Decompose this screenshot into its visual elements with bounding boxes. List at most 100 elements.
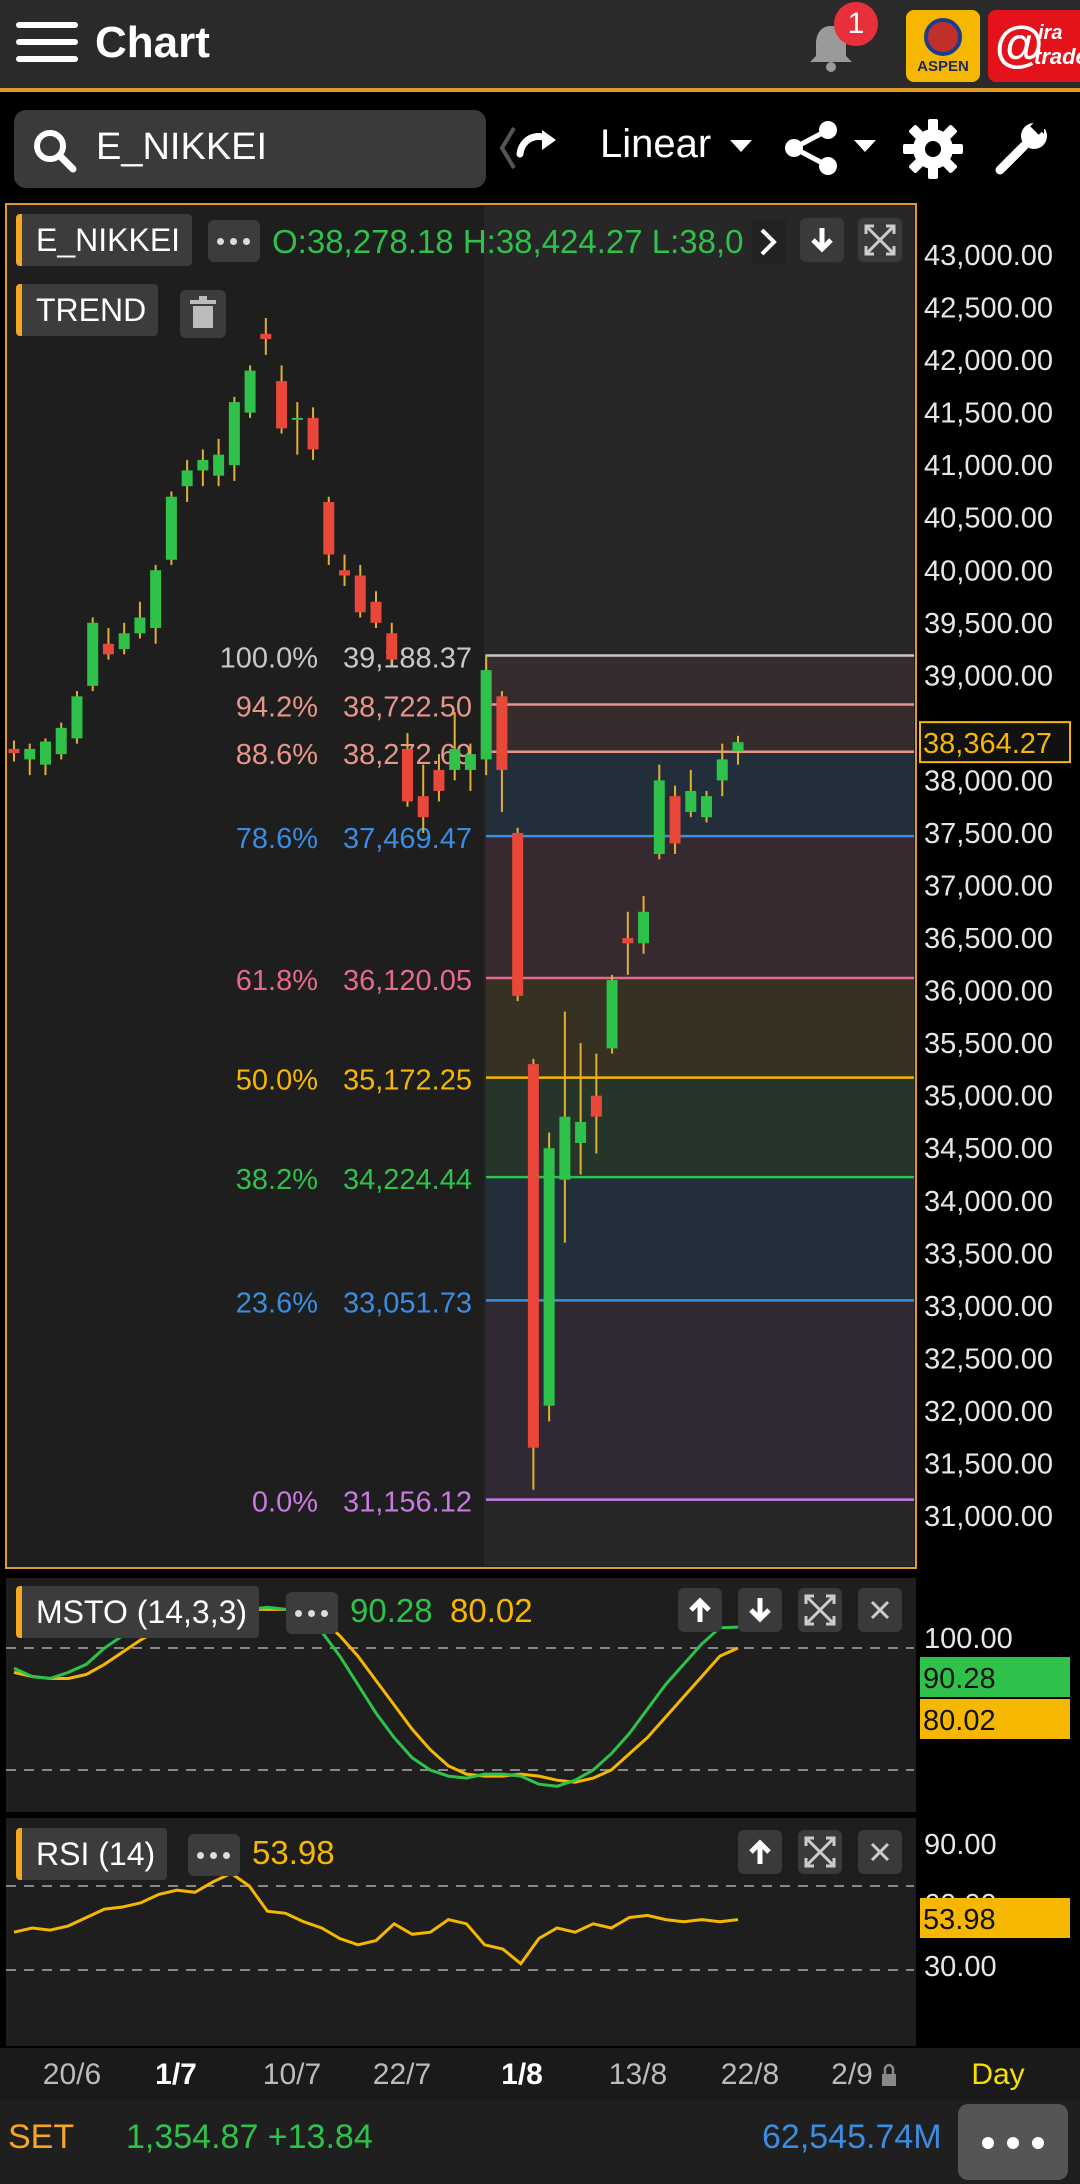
msto-d-tag-label: 80.02 bbox=[923, 1705, 996, 1737]
price-axis-label: 43,000.00 bbox=[924, 240, 1053, 272]
msto-tag[interactable]: MSTO (14,3,3) bbox=[16, 1586, 260, 1638]
chart-canvas[interactable]: 100.0%39,188.3794.2%38,722.5088.6%38,272… bbox=[0, 200, 1080, 2100]
trash-icon[interactable] bbox=[180, 290, 226, 338]
price-axis-label: 36,500.00 bbox=[924, 923, 1053, 955]
candle-body bbox=[244, 370, 256, 413]
candle-body bbox=[417, 796, 429, 818]
more-icon[interactable] bbox=[958, 2104, 1068, 2180]
symbol-search-input[interactable]: E_NIKKEI bbox=[14, 110, 486, 188]
rsi-axis-label: 90.00 bbox=[924, 1829, 997, 1861]
close-icon[interactable] bbox=[858, 1588, 902, 1632]
candle-body bbox=[339, 570, 351, 576]
aspen-logo[interactable]: ASPEN bbox=[906, 10, 980, 82]
candle-body bbox=[354, 575, 366, 613]
candle-body bbox=[496, 696, 508, 770]
chart-toolbar: E_NIKKEI Linear bbox=[0, 96, 1080, 200]
time-axis-label: 20/6 bbox=[43, 2058, 101, 2091]
candle-body bbox=[370, 601, 382, 623]
time-axis-label: 1/8 bbox=[501, 2058, 543, 2091]
ohlc-readout: O:38,278.18 H:38,424.27 L:38,0 bbox=[272, 223, 744, 260]
price-axis-label: 33,500.00 bbox=[924, 1238, 1053, 1270]
rsi-tag[interactable]: RSI (14) bbox=[16, 1828, 168, 1880]
price-axis-label: 33,000.00 bbox=[924, 1291, 1053, 1323]
move-up-icon[interactable] bbox=[738, 1830, 782, 1874]
market-name[interactable]: SET bbox=[8, 2118, 74, 2157]
fib-zone bbox=[486, 836, 914, 978]
symbol-options-button[interactable] bbox=[208, 220, 260, 262]
move-down-icon[interactable] bbox=[738, 1588, 782, 1632]
price-axis-label: 32,000.00 bbox=[924, 1396, 1053, 1428]
time-axis-label: 1/7 bbox=[155, 2058, 197, 2091]
chart-area[interactable]: 100.0%39,188.3794.2%38,722.5088.6%38,272… bbox=[0, 200, 1080, 2100]
price-axis-label: 31,000.00 bbox=[924, 1501, 1053, 1533]
candle-body bbox=[401, 748, 413, 802]
fib-zone bbox=[486, 655, 914, 705]
iratrade-logo[interactable]: @ ira trade bbox=[988, 10, 1080, 82]
candle-body bbox=[8, 748, 20, 754]
price-axis-label: 34,500.00 bbox=[924, 1133, 1053, 1165]
candle-body bbox=[118, 633, 130, 650]
fib-level-percent: 50.0% bbox=[236, 1065, 318, 1097]
lock-icon bbox=[882, 2074, 896, 2086]
rsi-axis-label: 30.00 bbox=[924, 1951, 997, 1983]
candle-body bbox=[181, 470, 193, 487]
chevron-right-icon[interactable] bbox=[752, 220, 786, 264]
fib-level-price: 35,172.25 bbox=[343, 1065, 472, 1097]
price-axis-label: 41,000.00 bbox=[924, 450, 1053, 482]
price-axis-label: 38,000.00 bbox=[924, 765, 1053, 797]
search-icon bbox=[34, 130, 77, 173]
symbol-text: E_NIKKEI bbox=[96, 126, 268, 168]
candle-body bbox=[543, 1148, 555, 1406]
price-axis-label: 31,500.00 bbox=[924, 1448, 1053, 1480]
expand-icon[interactable] bbox=[798, 1830, 842, 1874]
candle-body bbox=[638, 911, 650, 944]
price-axis-label: 40,000.00 bbox=[924, 555, 1053, 587]
gear-icon[interactable] bbox=[900, 116, 966, 182]
index-value: 1,354.87 +13.84 bbox=[126, 2118, 373, 2156]
move-up-icon[interactable] bbox=[678, 1588, 722, 1632]
candle-body bbox=[165, 496, 177, 560]
price-axis-label: 37,500.00 bbox=[924, 818, 1053, 850]
fib-zone bbox=[486, 977, 914, 1078]
undo-icon[interactable] bbox=[498, 120, 568, 176]
candle-body bbox=[386, 633, 398, 660]
price-axis-label: 41,500.00 bbox=[924, 398, 1053, 430]
price-axis-label: 35,500.00 bbox=[924, 1028, 1053, 1060]
candle-body bbox=[228, 402, 240, 466]
price-axis-label: 32,500.00 bbox=[924, 1343, 1053, 1375]
move-down-icon[interactable] bbox=[800, 218, 844, 262]
fib-level-percent: 100.0% bbox=[220, 643, 318, 675]
candle-body bbox=[291, 417, 303, 420]
candle-body bbox=[87, 622, 99, 686]
market-footer: SET 1,354.87 +13.84 62,545.74M bbox=[0, 2100, 1080, 2184]
menu-icon[interactable] bbox=[16, 22, 78, 72]
rsi-value-tag-label: 53.98 bbox=[923, 1904, 996, 1936]
wrench-icon[interactable] bbox=[992, 118, 1052, 178]
close-icon[interactable] bbox=[858, 1830, 902, 1874]
candle-body bbox=[134, 617, 146, 634]
candle-body bbox=[622, 938, 634, 944]
candle-body bbox=[590, 1095, 602, 1117]
page-title: Chart bbox=[95, 18, 210, 67]
fib-level-percent: 38.2% bbox=[236, 1164, 318, 1196]
expand-icon[interactable] bbox=[858, 218, 902, 262]
symbol-tag[interactable]: E_NIKKEI bbox=[16, 214, 193, 266]
msto-options-button[interactable] bbox=[286, 1592, 338, 1634]
rsi-options-button[interactable] bbox=[188, 1834, 240, 1876]
msto-k-tag-label: 90.28 bbox=[923, 1663, 996, 1695]
share-icon[interactable] bbox=[780, 116, 844, 180]
price-axis-label: 39,000.00 bbox=[924, 660, 1053, 692]
time-axis-label: 2/9 bbox=[831, 2058, 873, 2091]
notification-badge: 1 bbox=[834, 2, 878, 46]
candle-body bbox=[102, 643, 114, 655]
fib-level-price: 33,051.73 bbox=[343, 1287, 472, 1319]
fib-level-price: 38,722.50 bbox=[343, 691, 472, 723]
rsi-value: 53.98 bbox=[252, 1834, 335, 1871]
expand-icon[interactable] bbox=[798, 1588, 842, 1632]
candle-body bbox=[575, 1121, 587, 1143]
candle-body bbox=[480, 670, 492, 760]
candle-body bbox=[449, 748, 461, 770]
candle-body bbox=[55, 727, 67, 755]
study-tag-trend[interactable]: TREND bbox=[16, 284, 159, 336]
scale-mode-dropdown[interactable]: Linear bbox=[600, 122, 711, 167]
